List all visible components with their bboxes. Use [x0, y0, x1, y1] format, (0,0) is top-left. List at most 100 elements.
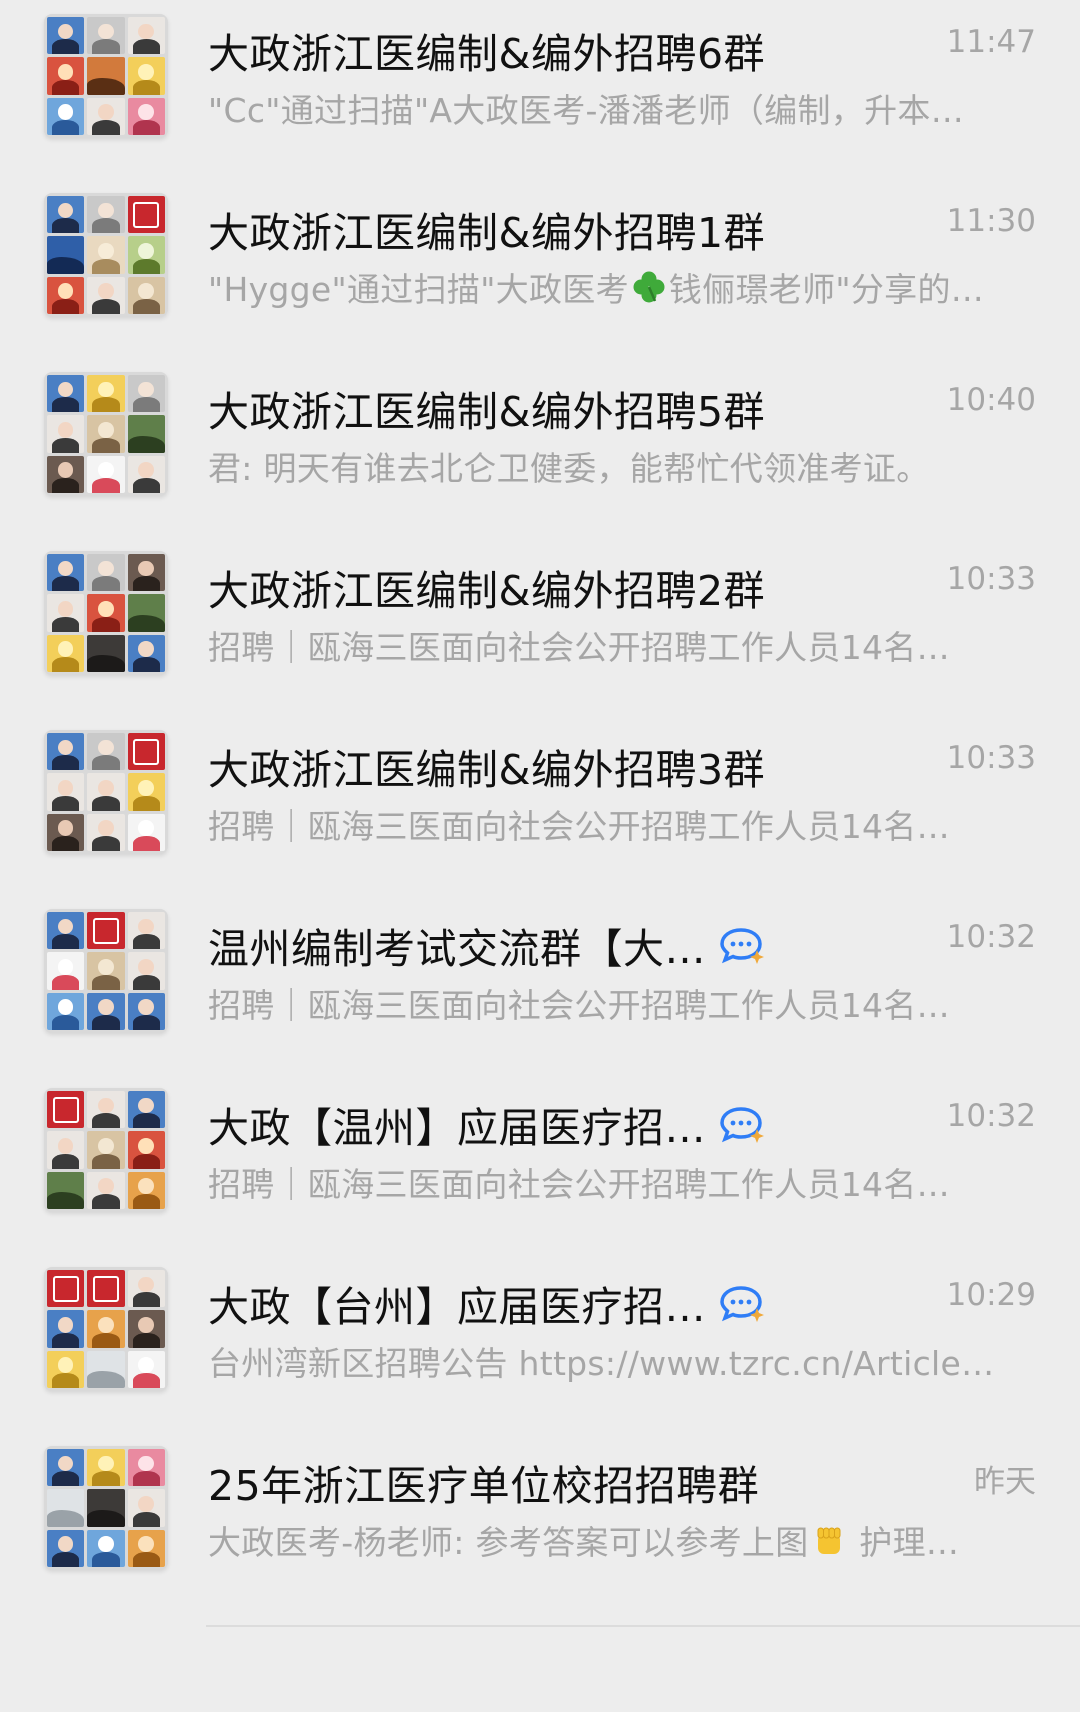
avatar-tile-person-light — [87, 773, 125, 811]
avatar-tile-cartoon-beige — [87, 952, 125, 990]
group-avatar[interactable] — [44, 1267, 168, 1391]
chat-time: 11:30 — [946, 203, 1036, 239]
avatar-tile-scene-dark — [87, 1489, 125, 1527]
avatar-body-shape — [132, 576, 161, 592]
avatar-body-shape — [92, 1332, 120, 1348]
group-avatar[interactable] — [44, 372, 168, 496]
avatar-body-shape — [51, 299, 80, 314]
avatar-tile-cartoon-yellow — [127, 773, 165, 811]
avatar-body-shape — [92, 616, 120, 632]
chat-title: 大政【台州】应届医疗招… — [208, 1273, 766, 1333]
avatar-head-shape — [57, 462, 74, 479]
chat-list-item[interactable]: 大政【温州】应届医疗招… 10:32 招聘｜瓯海三医面向社会公开招聘工作人员14名… — [0, 1074, 1080, 1269]
chat-list-item[interactable]: 大政浙江医编制&编外招聘2群 10:33 招聘｜瓯海三医面向社会公开招聘工作人员14… — [0, 537, 1080, 732]
chat-list-item[interactable]: 大政浙江医编制&编外招聘3群 10:33 招聘｜瓯海三医面向社会公开招聘工作人员14… — [0, 716, 1080, 911]
avatar-tile-person-light — [87, 813, 125, 851]
chat-list-item[interactable]: 大政浙江医编制&编外招聘6群 11:47 "Cc"通过扫描"A大政医考-潘潘老师（编… — [0, 0, 1080, 195]
avatar-head-shape — [57, 1138, 74, 1154]
chat-title-text: 25年浙江医疗单位校招招聘群 — [208, 1462, 760, 1510]
group-avatar[interactable] — [44, 193, 168, 317]
avatar-head-shape — [98, 820, 114, 837]
avatar-tile-scene-dark — [87, 634, 125, 672]
avatar-tile-person-blue — [127, 634, 165, 672]
avatar-body-shape — [132, 1015, 161, 1030]
avatar-head-shape — [138, 1496, 155, 1512]
avatar-body-shape — [132, 120, 161, 135]
avatar-tile-person-light — [127, 1489, 165, 1527]
chat-list-item[interactable]: 大政浙江医编制&编外招聘5群 10:40 君: 明天有谁去北仑卫健委，能帮忙代领准考… — [0, 358, 1080, 553]
avatar-body-shape — [132, 258, 161, 274]
chat-preview-text: 台州湾新区招聘公告 https://www.tzrc.cn/Article… — [208, 1344, 995, 1383]
chat-list-item[interactable]: 大政浙江医编制&编外招聘1群 11:30 "Hygge"通过扫描"大政医考 钱俪璟老师… — [0, 179, 1080, 374]
avatar-tile-person-light — [127, 17, 165, 55]
avatar-body-shape — [92, 437, 120, 453]
avatar-head-shape — [57, 601, 74, 617]
avatar-tile-person-light — [87, 1171, 125, 1209]
group-avatar[interactable] — [44, 909, 168, 1033]
avatar-tile-cartoon-red — [47, 57, 85, 95]
avatar-head-shape — [138, 23, 155, 40]
avatar-body-shape — [132, 39, 161, 55]
avatar-tile-scene-green — [47, 1171, 85, 1209]
avatar-tile-cartoon-red — [127, 1131, 165, 1169]
chat-time: 10:32 — [946, 1098, 1036, 1134]
avatar-tile-cartoon-white — [127, 813, 165, 851]
group-avatar[interactable] — [44, 551, 168, 675]
avatar-body-shape — [92, 795, 120, 811]
avatar-head-shape — [138, 381, 155, 398]
group-avatar[interactable] — [44, 14, 168, 138]
avatar-body-shape — [47, 1192, 85, 1209]
avatar-body-shape — [92, 1113, 120, 1129]
chat-title: 大政浙江医编制&编外招聘5群 — [208, 378, 765, 438]
avatar-tile-cartoon-red — [47, 276, 85, 314]
avatar-tile-cartoon-pink — [127, 97, 165, 135]
avatar-head-shape — [98, 1317, 114, 1333]
group-avatar[interactable] — [44, 1088, 168, 1212]
avatar-head-shape — [57, 780, 74, 796]
avatar-head-shape — [57, 64, 74, 80]
avatar-tile-cartoon-yellow — [87, 375, 125, 413]
avatar-tile-person-blue — [47, 196, 85, 234]
group-avatar[interactable] — [44, 730, 168, 854]
avatar-tile-cartoon-pink — [127, 1449, 165, 1487]
avatar-tile-person-dark — [47, 813, 85, 851]
avatar-body-shape — [92, 1194, 120, 1209]
avatar-head-shape — [138, 1276, 155, 1293]
avatar-tile-cartoon-orange — [127, 1171, 165, 1209]
chat-list-item[interactable]: 温州编制考试交流群【大… 10:32 招聘｜瓯海三医面向社会公开招聘工作人员14名… — [0, 895, 1080, 1090]
chat-bubble-mention-icon — [720, 1105, 766, 1143]
avatar-head-shape — [98, 560, 114, 577]
avatar-body-shape — [47, 256, 85, 274]
avatar-head-shape — [138, 820, 155, 837]
avatar-tile-person-light — [127, 912, 165, 950]
avatar-head-shape — [57, 739, 74, 756]
chat-list-item[interactable]: 大政【台州】应届医疗招… 10:29 台州湾新区招聘公告 https://www.t… — [0, 1253, 1080, 1448]
avatar-body-shape — [92, 258, 120, 274]
avatar-body-shape — [92, 218, 120, 234]
avatar-head-shape — [98, 780, 114, 796]
avatar-tile-person-grey — [87, 17, 125, 55]
chat-title-text: 温州编制考试交流群【大… — [208, 925, 706, 973]
avatar-body-shape — [132, 79, 161, 95]
avatar-tile-scene-green — [127, 415, 165, 453]
avatar-body-shape — [51, 1153, 80, 1169]
seal-logo-icon — [133, 738, 160, 765]
seal-logo-icon — [92, 1275, 120, 1302]
chat-title: 大政【温州】应届医疗招… — [208, 1094, 766, 1154]
avatar-tile-cartoon-beige — [87, 1131, 125, 1169]
avatar-body-shape — [51, 934, 80, 950]
avatar-body-shape — [51, 39, 80, 55]
avatar-tile-person-dark — [127, 554, 165, 592]
avatar-tile-person-light — [127, 455, 165, 493]
chat-time: 10:32 — [946, 919, 1036, 955]
avatar-head-shape — [57, 422, 74, 438]
seal-logo-icon — [52, 1096, 79, 1123]
group-avatar[interactable] — [44, 1446, 168, 1570]
avatar-head-shape — [57, 202, 74, 219]
avatar-head-shape — [98, 1178, 114, 1195]
chat-list: 大政浙江医编制&编外招聘6群 11:47 "Cc"通过扫描"A大政医考-潘潘老师（编… — [0, 0, 1080, 1712]
avatar-tile-cartoon-orange — [87, 1310, 125, 1348]
chat-list-item[interactable]: 25年浙江医疗单位校招招聘群 昨天 大政医考-杨老师: 参考答案可以参考上图 护理… — [0, 1432, 1080, 1627]
avatar-head-shape — [138, 462, 155, 479]
chat-preview-text: 君: 明天有谁去北仑卫健委，能帮忙代领准考证。 — [208, 449, 930, 488]
